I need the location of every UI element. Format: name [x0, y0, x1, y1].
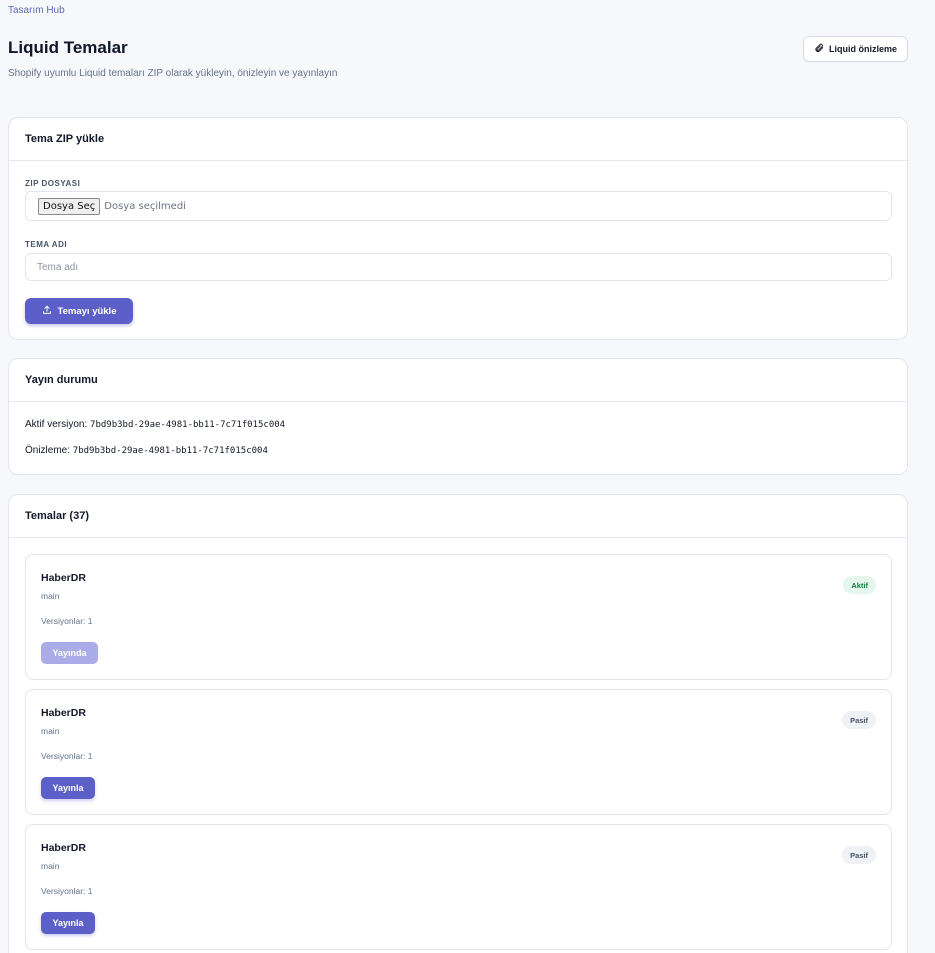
status-badge: Aktif [843, 576, 876, 594]
theme-name: HaberDR [41, 842, 86, 854]
preview-version-value: 7bd9b3bd-29ae-4981-bb11-7c71f015c004 [72, 446, 268, 456]
theme-item: HaberDR main Versiyonlar: 1 Yayınla Pasi… [25, 824, 892, 950]
theme-name-input[interactable] [25, 253, 892, 281]
preview-version-label: Önizleme: [25, 445, 71, 456]
liquid-preview-button[interactable]: Liquid önizleme [803, 36, 908, 62]
theme-name-label: TEMA ADI [25, 240, 68, 249]
page-subtitle: Shopify uyumlu Liquid temaları ZIP olara… [8, 68, 338, 79]
upload-card: Tema ZIP yükle ZIP DOSYASI Dosya Seç Dos… [8, 117, 908, 340]
themes-card: Temalar (37) HaberDR main Versiyonlar: 1… [8, 494, 908, 953]
upload-theme-label: Temayı yükle [57, 305, 117, 317]
theme-item: HaberDR main Versiyonlar: 1 Yayında Akti… [25, 554, 892, 680]
active-version-value: 7bd9b3bd-29ae-4981-bb11-7c71f015c004 [90, 420, 286, 430]
published-button[interactable]: Yayında [41, 642, 98, 664]
theme-branch: main [41, 591, 60, 601]
active-version-label: Aktif versiyon: [25, 419, 88, 430]
status-badge: Pasif [842, 711, 876, 729]
paperclip-icon [814, 43, 824, 55]
page-title: Liquid Temalar [8, 38, 128, 57]
liquid-preview-label: Liquid önizleme [828, 44, 897, 54]
theme-name: HaberDR [41, 707, 86, 719]
publish-button[interactable]: Yayınla [41, 912, 95, 934]
upload-icon [42, 305, 52, 318]
zip-file-input[interactable]: Dosya Seç Dosya seçilmedi [25, 191, 892, 221]
active-version-row: Aktif versiyon: 7bd9b3bd-29ae-4981-bb11-… [25, 419, 285, 430]
publish-button[interactable]: Yayınla [41, 777, 95, 799]
themes-title: Temalar (37) [9, 495, 907, 538]
theme-item: HaberDR main Versiyonlar: 1 Yayınla Pasi… [25, 689, 892, 815]
theme-versions: Versiyonlar: 1 [41, 616, 93, 626]
preview-version-row: Önizleme: 7bd9b3bd-29ae-4981-bb11-7c71f0… [25, 445, 268, 456]
theme-versions: Versiyonlar: 1 [41, 751, 93, 761]
publish-status-title: Yayın durumu [9, 359, 907, 402]
theme-name: HaberDR [41, 572, 86, 584]
status-badge: Pasif [842, 846, 876, 864]
choose-file-button[interactable]: Dosya Seç [38, 197, 101, 215]
theme-branch: main [41, 726, 60, 736]
upload-card-title: Tema ZIP yükle [9, 118, 907, 161]
breadcrumb[interactable]: Tasarım Hub [8, 5, 65, 16]
theme-versions: Versiyonlar: 1 [41, 886, 93, 896]
zip-file-label: ZIP DOSYASI [25, 179, 81, 188]
file-status-text: Dosya seçilmedi [104, 200, 186, 212]
theme-branch: main [41, 861, 60, 871]
publish-status-card: Yayın durumu Aktif versiyon: 7bd9b3bd-29… [8, 358, 908, 475]
upload-theme-button[interactable]: Temayı yükle [25, 298, 133, 324]
